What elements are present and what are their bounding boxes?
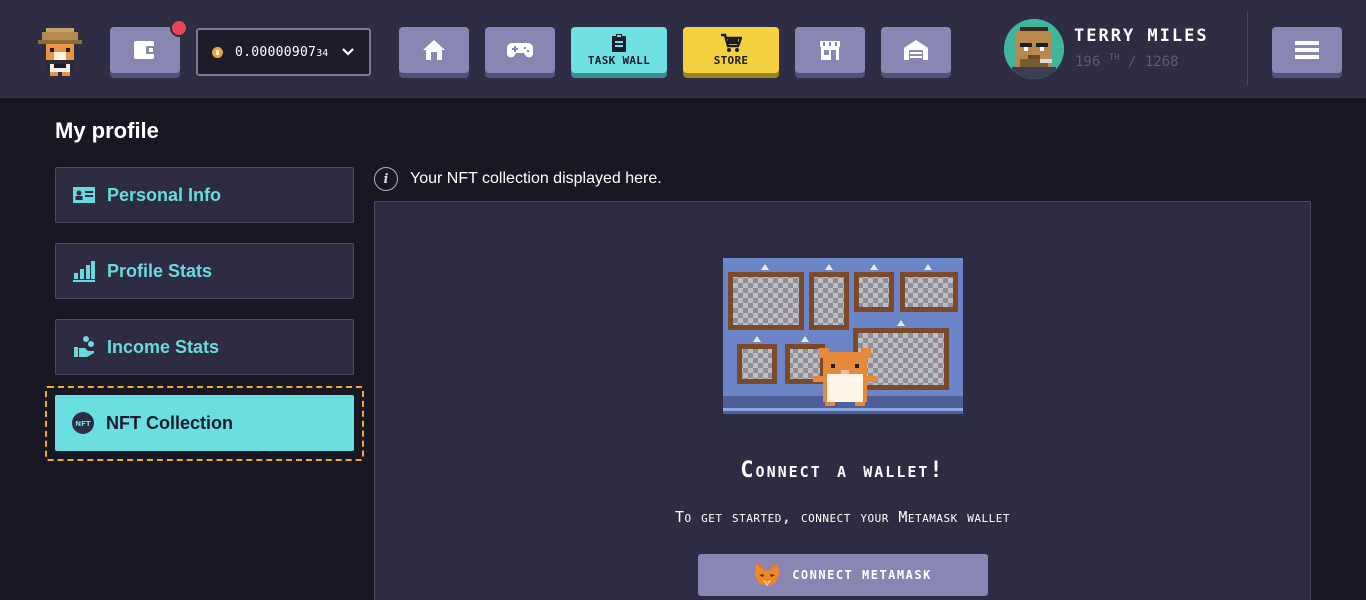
metamask-fox-icon xyxy=(755,564,780,586)
task-wall-label: TASK WALL xyxy=(587,54,651,67)
sidebar-item-nft-collection[interactable]: NFT NFT Collection xyxy=(55,395,354,451)
notification-dot xyxy=(170,19,188,37)
header-divider xyxy=(1247,12,1248,86)
hamburger-menu-icon xyxy=(1295,41,1319,59)
task-wall-button[interactable]: TASK WALL xyxy=(571,27,667,73)
rank-value: 196 xyxy=(1075,54,1101,70)
garage-icon xyxy=(904,40,928,60)
sidebar-item-profile-stats[interactable]: Profile Stats xyxy=(55,243,354,299)
garage-button[interactable] xyxy=(881,27,951,73)
bar-chart-icon xyxy=(71,258,97,284)
connect-metamask-button[interactable]: connect metamask xyxy=(698,554,988,596)
nft-collection-panel: Connect a wallet! To get started, connec… xyxy=(374,201,1311,600)
wallet-button[interactable] xyxy=(110,19,188,73)
page-title: My profile xyxy=(55,118,159,143)
svg-text:NFT: NFT xyxy=(75,420,91,428)
nft-icon: NFT xyxy=(70,410,96,436)
id-card-icon xyxy=(71,182,97,208)
sidebar-item-label: Profile Stats xyxy=(107,260,213,281)
sidebar-item-income-stats[interactable]: Income Stats xyxy=(55,319,354,375)
home-icon xyxy=(423,40,445,60)
balance-value-small-digits: 34 xyxy=(316,48,329,59)
home-button[interactable] xyxy=(399,27,469,73)
info-line: i Your NFT collection displayed here. xyxy=(374,167,662,191)
shop-button[interactable] xyxy=(795,27,865,73)
user-rank: 196 TH / 1268 xyxy=(1075,53,1179,70)
store-label: STORE xyxy=(713,54,749,67)
storefront-icon xyxy=(820,41,840,60)
clipboard-icon xyxy=(612,34,626,52)
connect-metamask-label: connect metamask xyxy=(792,568,932,582)
bitcoin-coin-icon xyxy=(212,46,223,58)
shopping-cart-icon xyxy=(721,33,742,52)
connect-wallet-title: Connect a wallet! xyxy=(740,458,945,483)
menu-button[interactable] xyxy=(1272,27,1342,73)
balance-dropdown[interactable]: 0.00000907 34 xyxy=(196,28,371,76)
rank-total: / 1268 xyxy=(1128,54,1179,70)
sidebar-item-label: Income Stats xyxy=(107,336,220,357)
info-icon: i xyxy=(374,167,398,191)
user-avatar[interactable] xyxy=(1004,19,1064,79)
rank-suffix: TH xyxy=(1108,53,1120,63)
chevron-down-icon xyxy=(342,48,354,56)
hamster-logo[interactable] xyxy=(38,28,82,76)
empty-gallery-illustration xyxy=(723,258,963,426)
games-button[interactable] xyxy=(485,27,555,73)
username[interactable]: TERRY MILES xyxy=(1074,26,1209,46)
connect-wallet-subtitle: To get started, connect your Metamask wa… xyxy=(674,508,1011,526)
info-text: Your NFT collection displayed here. xyxy=(410,170,662,187)
wallet-icon xyxy=(134,41,156,59)
top-header: 0.00000907 34 TASK WALL STORE TERRY MILE… xyxy=(0,0,1366,98)
gamepad-icon xyxy=(507,43,533,58)
sidebar-item-personal-info[interactable]: Personal Info xyxy=(55,167,354,223)
store-button[interactable]: STORE xyxy=(683,27,779,73)
coins-hand-icon xyxy=(71,334,97,360)
sidebar-item-label: NFT Collection xyxy=(106,412,233,433)
balance-value: 0.00000907 xyxy=(235,44,317,60)
sidebar-item-label: Personal Info xyxy=(107,184,222,205)
